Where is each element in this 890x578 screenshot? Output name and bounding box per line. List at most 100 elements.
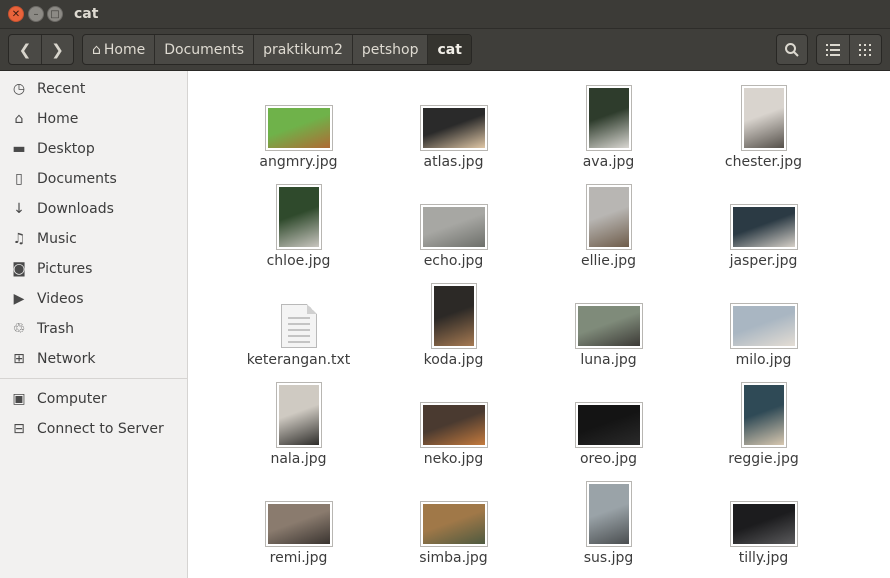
image-thumbnail	[420, 502, 487, 546]
image-thumbnail	[586, 185, 631, 249]
image-thumbnail	[586, 86, 631, 150]
thumbnail-container	[276, 379, 321, 447]
sidebar-item-label: Music	[37, 231, 77, 247]
image-thumbnail	[420, 403, 487, 447]
sidebar-item-label: Computer	[37, 391, 107, 407]
sidebar-item-label: Videos	[37, 291, 84, 307]
sidebar-item-pictures[interactable]: ◙ Pictures	[0, 254, 187, 284]
thumbnail-container	[420, 478, 487, 546]
image-thumbnail	[276, 383, 321, 447]
file-item[interactable]: simba.jpg	[376, 475, 531, 574]
thumbnail-container	[420, 379, 487, 447]
search-icon	[785, 42, 799, 57]
sidebar-item-desktop[interactable]: ▬ Desktop	[0, 134, 187, 164]
file-name: simba.jpg	[419, 550, 488, 566]
sidebar-item-documents[interactable]: ▯ Documents	[0, 164, 187, 194]
sidebar-item-label: Desktop	[37, 141, 95, 157]
thumbnail-container	[276, 181, 321, 249]
file-item[interactable]: ellie.jpg	[531, 178, 686, 277]
sidebar-divider	[0, 378, 187, 379]
list-view-button[interactable]	[817, 35, 849, 64]
document-icon: ▯	[15, 171, 23, 187]
sidebar-item-connect-to-server[interactable]: ⊟ Connect to Server	[0, 414, 187, 444]
sidebar-item-music[interactable]: ♫ Music	[0, 224, 187, 254]
file-item[interactable]: reggie.jpg	[686, 376, 841, 475]
video-icon: ▶	[13, 291, 25, 307]
network-icon: ⊞	[13, 351, 25, 367]
image-thumbnail	[730, 205, 797, 249]
breadcrumb-documents[interactable]: Documents	[154, 35, 253, 64]
file-item[interactable]: milo.jpg	[686, 277, 841, 376]
file-view: angmry.jpg atlas.jpg ava.jpg chester.jpg chl…	[189, 71, 890, 578]
sidebar-item-downloads[interactable]: ↓ Downloads	[0, 194, 187, 224]
file-name: tilly.jpg	[738, 550, 789, 566]
breadcrumb-petshop[interactable]: petshop	[351, 35, 428, 64]
image-thumbnail	[575, 304, 642, 348]
grid-view-button[interactable]	[848, 35, 882, 64]
file-item[interactable]: jasper.jpg	[686, 178, 841, 277]
file-name: remi.jpg	[269, 550, 328, 566]
sidebar-item-videos[interactable]: ▶ Videos	[0, 284, 187, 314]
file-name: luna.jpg	[580, 352, 637, 368]
computer-icon: ▣	[12, 391, 26, 407]
folder-icon: ▬	[12, 141, 26, 157]
sidebar-item-home[interactable]: ⌂ Home	[0, 104, 187, 134]
file-name: atlas.jpg	[423, 154, 484, 170]
file-item[interactable]: koda.jpg	[376, 277, 531, 376]
close-window-button[interactable]: ✕	[8, 6, 24, 22]
sidebar-item-network[interactable]: ⊞ Network	[0, 344, 187, 374]
list-view-icon	[825, 43, 840, 56]
thumbnail-container	[730, 280, 797, 348]
file-item[interactable]: chloe.jpg	[221, 178, 376, 277]
sidebar-item-label: Recent	[37, 81, 86, 97]
breadcrumb: ⌂ Home Documents praktikum2 petshop cat	[82, 34, 472, 65]
window-title: cat	[74, 6, 99, 22]
history-nav: ❮ ❯	[8, 34, 74, 65]
file-item[interactable]: luna.jpg	[531, 277, 686, 376]
sidebar-item-computer[interactable]: ▣ Computer	[0, 384, 187, 414]
file-item[interactable]: keterangan.txt	[221, 277, 376, 376]
file-item[interactable]: ava.jpg	[531, 79, 686, 178]
file-name: oreo.jpg	[579, 451, 638, 467]
file-item[interactable]: sus.jpg	[531, 475, 686, 574]
file-item[interactable]: oreo.jpg	[531, 376, 686, 475]
breadcrumb-cat[interactable]: cat	[427, 35, 471, 64]
file-name: koda.jpg	[423, 352, 484, 368]
clock-icon: ◷	[12, 81, 26, 97]
download-icon: ↓	[13, 201, 25, 217]
file-item[interactable]: neko.jpg	[376, 376, 531, 475]
minimize-window-button[interactable]: –	[28, 6, 44, 22]
sidebar-item-label: Trash	[37, 321, 74, 337]
sidebar-item-trash[interactable]: ♲ Trash	[0, 314, 187, 344]
thumbnail-container	[586, 478, 631, 546]
sidebar-item-label: Connect to Server	[37, 421, 164, 437]
image-thumbnail	[741, 86, 786, 150]
maximize-window-button[interactable]: □	[47, 6, 63, 22]
image-thumbnail	[730, 304, 797, 348]
file-item[interactable]: angmry.jpg	[221, 79, 376, 178]
sidebar: ◷ Recent ⌂ Home ▬ Desktop ▯ Documents ↓ Downloads…	[0, 71, 188, 578]
image-thumbnail	[431, 284, 476, 348]
title-bar: ✕ – □ cat	[0, 0, 890, 29]
back-button[interactable]: ❮	[9, 35, 41, 64]
forward-button[interactable]: ❯	[41, 35, 73, 64]
file-item[interactable]: tilly.jpg	[686, 475, 841, 574]
file-grid: angmry.jpg atlas.jpg ava.jpg chester.jpg chl…	[221, 79, 851, 574]
music-icon: ♫	[12, 231, 26, 247]
file-item[interactable]: atlas.jpg	[376, 79, 531, 178]
file-name: reggie.jpg	[728, 451, 799, 467]
sidebar-item-recent[interactable]: ◷ Recent	[0, 74, 187, 104]
file-item[interactable]: remi.jpg	[221, 475, 376, 574]
thumbnail-container	[431, 280, 476, 348]
file-item[interactable]: nala.jpg	[221, 376, 376, 475]
image-thumbnail	[420, 205, 487, 249]
breadcrumb-praktikum2[interactable]: praktikum2	[253, 35, 352, 64]
thumbnail-container	[420, 82, 487, 150]
image-thumbnail	[265, 502, 332, 546]
file-item[interactable]: chester.jpg	[686, 79, 841, 178]
search-button[interactable]	[776, 34, 808, 65]
file-name: echo.jpg	[423, 253, 484, 269]
file-item[interactable]: echo.jpg	[376, 178, 531, 277]
file-name: nala.jpg	[270, 451, 327, 467]
breadcrumb-home[interactable]: ⌂ Home	[83, 35, 154, 64]
